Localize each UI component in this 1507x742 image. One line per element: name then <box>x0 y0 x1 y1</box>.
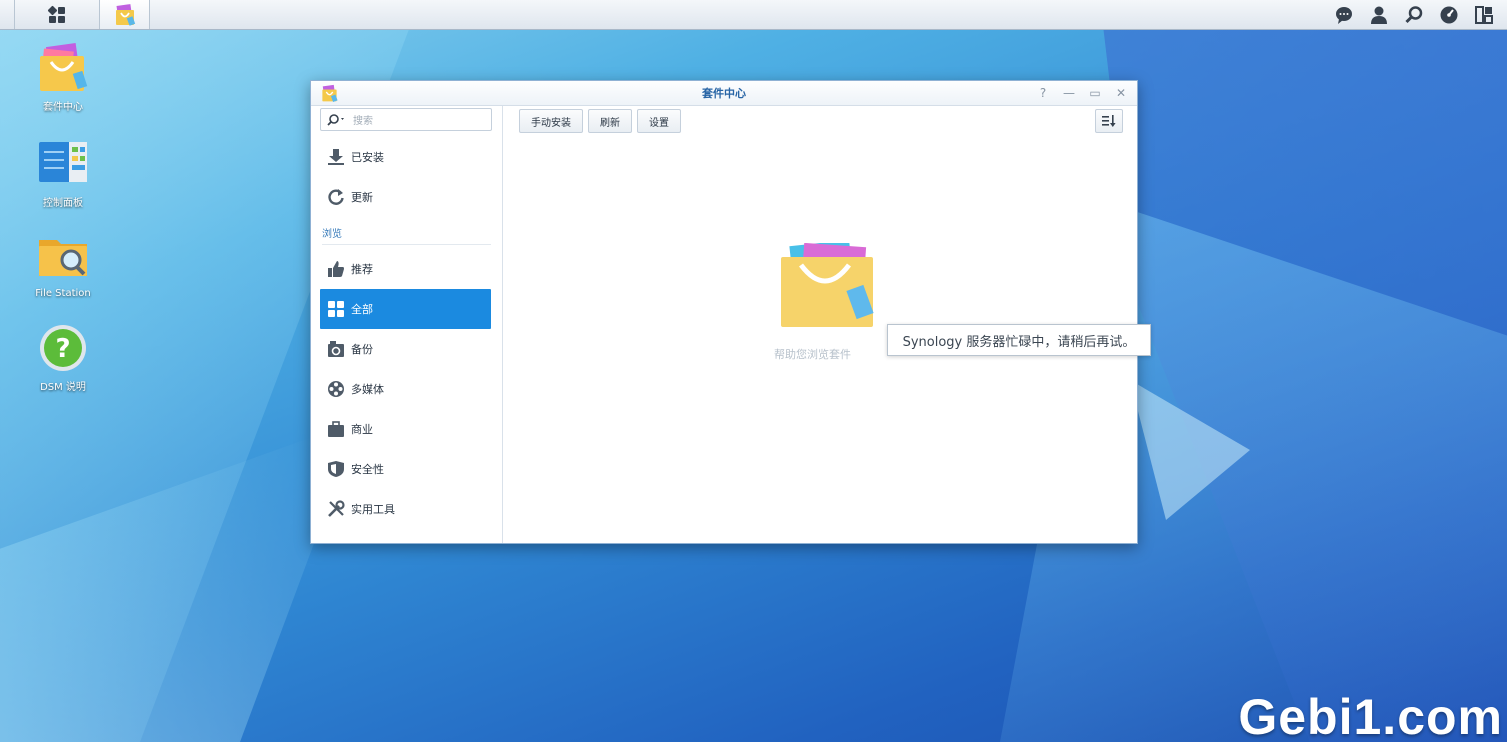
desktop-icon-file-station[interactable]: File Station <box>18 232 108 299</box>
package-center-icon <box>115 3 135 26</box>
sidebar-item-multimedia[interactable]: 多媒体 <box>320 369 491 409</box>
sidebar-item-label: 更新 <box>351 191 373 204</box>
sidebar-item-update[interactable]: 更新 <box>320 177 491 217</box>
main-content: 手动安装 刷新 设置 帮助您浏览套件 Synology 服务器忙碌中，请稍后再试… <box>504 106 1151 543</box>
sort-button[interactable] <box>1095 109 1123 133</box>
section-label-browse: 浏览 <box>322 225 491 245</box>
sidebar-item-recommended[interactable]: 推荐 <box>320 249 491 289</box>
close-button[interactable]: ✕ <box>1113 85 1129 101</box>
search-icon <box>327 113 344 126</box>
package-center-icon <box>37 42 89 94</box>
package-center-icon <box>320 84 339 103</box>
tools-icon <box>326 499 346 519</box>
window-titlebar[interactable]: 套件中心 ? — ▭ ✕ <box>311 81 1137 106</box>
desktop-icon-label: File Station <box>35 288 91 299</box>
refresh-icon <box>326 187 346 207</box>
sidebar-item-label: 实用工具 <box>351 503 395 516</box>
main-menu-icon <box>47 5 65 23</box>
taskbar <box>0 0 1507 30</box>
sidebar-item-business[interactable]: 商业 <box>320 409 491 449</box>
sidebar-item-label: 商业 <box>351 423 373 436</box>
help-button[interactable]: ? <box>1035 85 1051 101</box>
control-panel-icon <box>37 138 89 190</box>
sidebar-item-label: 多媒体 <box>351 383 384 396</box>
package-center-window: 套件中心 ? — ▭ ✕ 搜索 已安装 更新 浏览 推荐 全部 备份 多媒体 商… <box>310 80 1151 544</box>
sidebar-item-label: 推荐 <box>351 263 373 276</box>
settings-button[interactable]: 设置 <box>637 109 681 133</box>
briefcase-icon <box>326 419 346 439</box>
watermark: Gebi1.com <box>1238 689 1503 742</box>
notification-icon[interactable] <box>1332 3 1355 26</box>
main-menu-button[interactable] <box>14 0 100 29</box>
sidebar-item-label: 安全性 <box>351 463 384 476</box>
desktop-icon-label: 套件中心 <box>43 102 83 113</box>
sidebar-item-label: 已安装 <box>351 151 384 164</box>
folder-search-icon <box>37 232 89 284</box>
empty-state-text: 帮助您浏览套件 <box>774 348 851 361</box>
svg-text:?: ? <box>55 334 70 364</box>
maximize-button[interactable]: ▭ <box>1087 85 1103 101</box>
minimize-button[interactable]: — <box>1061 85 1077 101</box>
sidebar-item-all[interactable]: 全部 <box>320 289 491 329</box>
manual-install-button[interactable]: 手动安装 <box>519 109 583 133</box>
sort-icon <box>1102 115 1116 127</box>
user-icon[interactable] <box>1367 3 1390 26</box>
taskbar-package-center-button[interactable] <box>100 0 150 29</box>
refresh-button[interactable]: 刷新 <box>588 109 632 133</box>
shopping-bag-illustration-icon <box>779 239 875 331</box>
window-title: 套件中心 <box>702 87 746 100</box>
search-input[interactable]: 搜索 <box>320 108 492 131</box>
sidebar-item-utilities[interactable]: 实用工具 <box>320 489 491 529</box>
sidebar-item-label: 全部 <box>351 303 373 316</box>
desktop-icon-label: DSM 说明 <box>40 382 86 393</box>
download-icon <box>326 147 346 167</box>
desktop-icon-label: 控制面板 <box>43 198 83 209</box>
widgets-icon[interactable] <box>1472 3 1495 26</box>
sidebar-item-label: 备份 <box>351 343 373 356</box>
sidebar-item-backup[interactable]: 备份 <box>320 329 491 369</box>
shield-icon <box>326 459 346 479</box>
sidebar-item-security[interactable]: 安全性 <box>320 449 491 489</box>
search-placeholder: 搜索 <box>353 116 373 127</box>
grid-icon <box>326 299 346 319</box>
toolbar: 手动安装 刷新 设置 <box>519 109 681 133</box>
server-busy-toast: Synology 服务器忙碌中，请稍后再试。 <box>887 324 1151 356</box>
help-icon: ? <box>37 322 89 374</box>
dashboard-icon[interactable] <box>1437 3 1460 26</box>
desktop-icon-package-center[interactable]: 套件中心 <box>18 42 108 113</box>
search-icon[interactable] <box>1402 3 1425 26</box>
sidebar: 搜索 已安装 更新 浏览 推荐 全部 备份 多媒体 商业 安全性 实用工具 <box>311 106 503 543</box>
backup-icon <box>326 339 346 359</box>
thumbs-up-icon <box>326 259 346 279</box>
film-reel-icon <box>326 379 346 399</box>
sidebar-item-installed[interactable]: 已安装 <box>320 137 491 177</box>
desktop-icon-dsm-help[interactable]: ? DSM 说明 <box>18 322 108 393</box>
desktop-icon-control-panel[interactable]: 控制面板 <box>18 138 108 209</box>
